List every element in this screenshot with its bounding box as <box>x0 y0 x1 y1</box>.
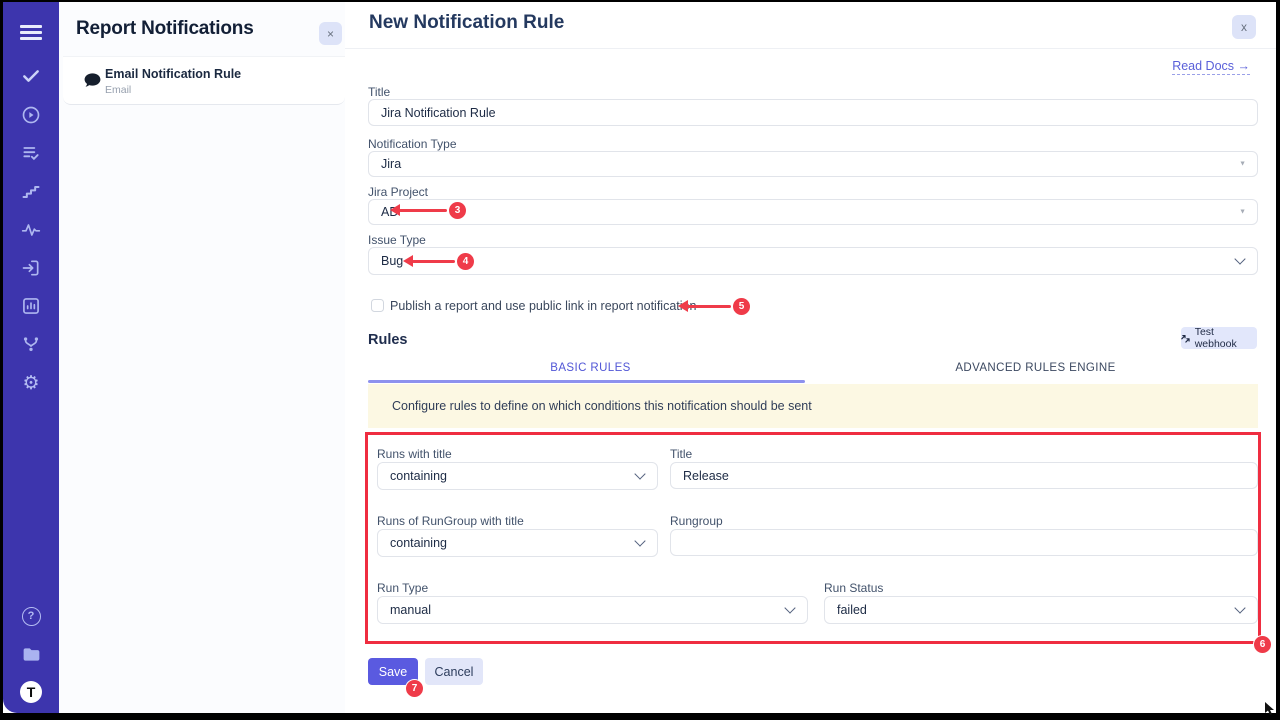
select-caret-icon: ▼ <box>1239 161 1246 168</box>
issue-type-select[interactable]: Bug <box>368 247 1258 275</box>
steps-icon[interactable] <box>3 180 59 204</box>
runs-with-title-label: Runs with title <box>377 447 452 461</box>
rule-title-label: Title <box>670 447 692 461</box>
jira-project-select[interactable]: AD ▼ <box>368 199 1258 225</box>
annotation-line-3 <box>399 209 447 213</box>
rules-heading: Rules <box>368 332 408 348</box>
list-item-subtitle: Email <box>105 84 131 96</box>
notification-type-value: Jira <box>381 157 401 171</box>
annotation-badge-6: 6 <box>1253 635 1272 654</box>
run-status-value: failed <box>837 603 867 617</box>
panel-title: Report Notifications <box>76 18 254 40</box>
list-check-icon[interactable] <box>3 141 59 165</box>
gear-glyph: ⚙ <box>22 374 39 393</box>
read-docs-link[interactable]: Read Docs → <box>1172 59 1250 75</box>
annotation-badge-3: 3 <box>448 201 467 220</box>
main-header: New Notification Rule x <box>345 2 1276 49</box>
panel-close-button[interactable]: × <box>319 22 342 45</box>
title-label: Title <box>368 85 390 99</box>
hamburger-menu-icon[interactable] <box>3 20 59 44</box>
publish-report-label: Publish a report and use public link in … <box>390 299 696 313</box>
chat-bubble-icon <box>83 71 102 95</box>
help-glyph: ? <box>22 607 41 626</box>
help-icon[interactable]: ? <box>3 604 59 628</box>
rules-tabs: BASIC RULES ADVANCED RULES ENGINE <box>368 354 1258 383</box>
jira-project-label: Jira Project <box>368 185 428 199</box>
active-tab-underline <box>368 380 805 383</box>
page-title: New Notification Rule <box>369 12 564 34</box>
sidebar: ⚙ ? T <box>3 2 59 713</box>
notification-rule-list-item[interactable]: Email Notification Rule Email <box>63 56 345 105</box>
notification-type-label: Notification Type <box>368 137 457 151</box>
branch-icon[interactable] <box>3 332 59 356</box>
list-item-title: Email Notification Rule <box>105 67 241 81</box>
chevron-down-icon <box>634 535 645 546</box>
runs-with-title-value: containing <box>390 469 447 483</box>
publish-report-checkbox[interactable] <box>371 299 384 312</box>
rungroup-input[interactable] <box>670 529 1258 556</box>
annotation-badge-4: 4 <box>456 252 475 271</box>
play-circle-icon[interactable] <box>3 103 59 127</box>
chevron-down-icon <box>1234 602 1245 613</box>
tab-advanced-rules-engine[interactable]: ADVANCED RULES ENGINE <box>813 354 1258 383</box>
cancel-button[interactable]: Cancel <box>425 658 483 685</box>
bar-chart-icon[interactable] <box>3 294 59 318</box>
app-window: ⚙ ? T Report Notifications × Email Notif… <box>3 2 1276 713</box>
notification-type-select[interactable]: Jira ▼ <box>368 151 1258 177</box>
run-status-label: Run Status <box>824 581 883 595</box>
check-icon[interactable] <box>3 64 59 88</box>
run-type-value: manual <box>390 603 431 617</box>
report-notifications-panel: Report Notifications × Email Notificatio… <box>59 2 346 713</box>
title-input[interactable] <box>368 99 1258 126</box>
activity-pulse-icon[interactable] <box>3 218 59 242</box>
test-webhook-button[interactable]: Test webhook <box>1181 327 1257 349</box>
run-type-select[interactable]: manual <box>377 596 808 624</box>
chevron-down-icon <box>634 468 645 479</box>
main-content: New Notification Rule x Read Docs → Titl… <box>345 2 1276 713</box>
chevron-down-icon <box>1234 253 1245 264</box>
mouse-cursor <box>1265 702 1277 716</box>
annotation-badge-7: 7 <box>405 679 424 698</box>
run-status-select[interactable]: failed <box>824 596 1258 624</box>
rungroup-label: Rungroup <box>670 514 723 528</box>
issue-type-value: Bug <box>381 254 403 268</box>
t-logo: T <box>3 680 59 704</box>
chevron-down-icon <box>784 602 795 613</box>
rule-title-input[interactable] <box>670 462 1258 489</box>
gear-icon[interactable]: ⚙ <box>3 371 59 395</box>
webhook-arrows-icon <box>1181 333 1191 343</box>
select-caret-icon: ▼ <box>1239 209 1246 216</box>
folder-icon[interactable] <box>3 642 59 666</box>
hamburger-bars <box>20 25 42 40</box>
rules-info-banner: Configure rules to define on which condi… <box>368 384 1258 428</box>
annotation-badge-5: 5 <box>732 297 751 316</box>
annotation-line-4 <box>412 260 455 264</box>
run-type-label: Run Type <box>377 581 428 595</box>
rungroup-cond-label: Runs of RunGroup with title <box>377 514 524 528</box>
t-logo-letter: T <box>20 681 42 703</box>
runs-with-title-select[interactable]: containing <box>377 462 658 490</box>
issue-type-label: Issue Type <box>368 233 426 247</box>
rungroup-cond-select[interactable]: containing <box>377 529 658 557</box>
import-icon[interactable] <box>3 256 59 280</box>
rungroup-cond-value: containing <box>390 536 447 550</box>
annotation-line-5 <box>687 305 731 309</box>
tab-basic-rules[interactable]: BASIC RULES <box>368 354 813 383</box>
test-webhook-label: Test webhook <box>1195 326 1257 350</box>
main-close-button[interactable]: x <box>1232 15 1256 39</box>
